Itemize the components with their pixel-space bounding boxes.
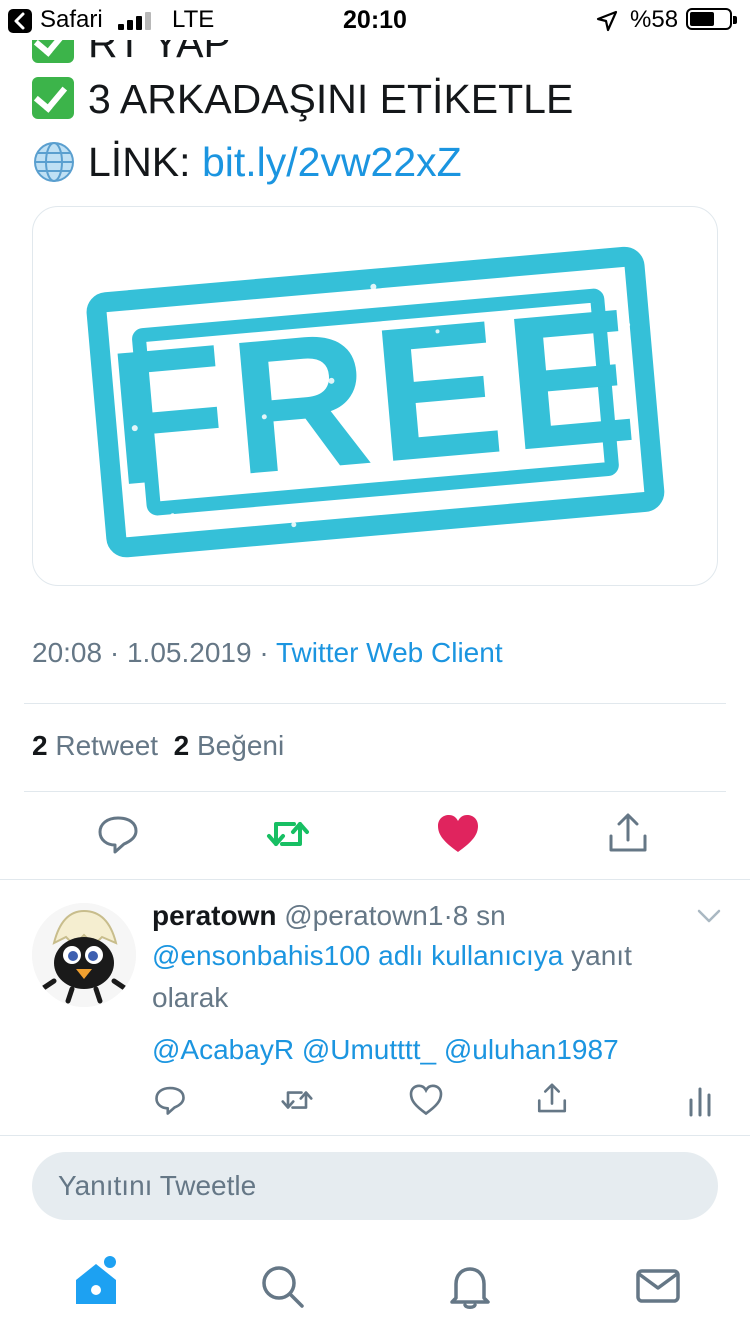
free-stamp-graphic: FREE: [86, 246, 665, 558]
tweet-client-link[interactable]: Twitter Web Client: [276, 637, 503, 668]
reply-author-handle[interactable]: @peratown1: [284, 900, 443, 931]
location-arrow-icon: [596, 10, 618, 32]
home-icon[interactable]: [70, 1256, 122, 1308]
analytics-icon[interactable]: [686, 1084, 714, 1118]
share-icon[interactable]: [534, 1080, 570, 1118]
reply-author-name[interactable]: peratown: [152, 900, 276, 931]
mention-link[interactable]: @uluhan1987: [444, 1034, 619, 1065]
mention-link[interactable]: @Umutttt_: [302, 1034, 436, 1065]
reply-mentions: @AcabayR @Umutttt_ @uluhan1987: [152, 1034, 619, 1066]
link-prefix: LİNK:: [88, 139, 191, 185]
tweet-stats: 2 Retweet 2 Beğeni: [32, 730, 284, 762]
divider: [24, 703, 726, 704]
mention-link[interactable]: @AcabayR: [152, 1034, 294, 1065]
tweet-image[interactable]: FREE: [32, 206, 718, 586]
battery-percentage: %58: [630, 6, 679, 33]
check-mark-icon: [32, 77, 74, 119]
tweet-timestamp: 20:08 · 1.05.2019 · Twitter Web Client: [32, 637, 503, 668]
retweet-icon[interactable]: [264, 810, 312, 858]
divider: [24, 791, 726, 792]
status-bar: Safari LTE 20:10 %58: [0, 0, 750, 40]
globe-icon: [34, 142, 74, 182]
compose-placeholder: Yanıtını Tweetle: [58, 1170, 257, 1201]
reply-compose-input[interactable]: Yanıtını Tweetle: [32, 1152, 718, 1220]
divider: [0, 879, 750, 880]
tweet-line-link: LİNK: bit.ly/2vw22xZ: [32, 139, 462, 186]
replying-to-link[interactable]: @ensonbahis100 adlı kullanıcıya: [152, 940, 563, 971]
divider: [0, 1135, 750, 1136]
share-icon[interactable]: [604, 810, 652, 858]
retweet-stat[interactable]: 2 Retweet: [32, 730, 158, 761]
reply-header: peratown @peratown1·8 sn: [152, 900, 506, 931]
retweet-icon[interactable]: [278, 1082, 316, 1118]
heart-filled-icon[interactable]: [434, 810, 482, 858]
stamp-word: FREE: [101, 268, 648, 525]
battery-icon: [686, 8, 737, 30]
chevron-down-icon[interactable]: [696, 906, 722, 926]
like-stat[interactable]: 2 Beğeni: [174, 730, 285, 761]
replying-to-line: @ensonbahis100 adlı kullanıcıya yanıt: [152, 940, 632, 971]
avatar[interactable]: [32, 903, 136, 1007]
reply-age: 8 sn: [452, 900, 506, 931]
notifications-icon[interactable]: [444, 1260, 496, 1312]
tweet-line-tag: 3 ARKADAŞINI ETİKETLE: [32, 76, 573, 123]
reply-icon[interactable]: [94, 810, 142, 858]
tweet-link[interactable]: bit.ly/2vw22xZ: [202, 139, 462, 185]
search-icon[interactable]: [256, 1260, 308, 1312]
messages-icon[interactable]: [632, 1260, 684, 1312]
reply-icon[interactable]: [152, 1082, 188, 1118]
replying-to-line-2: olarak: [152, 982, 229, 1013]
heart-icon[interactable]: [408, 1082, 444, 1118]
